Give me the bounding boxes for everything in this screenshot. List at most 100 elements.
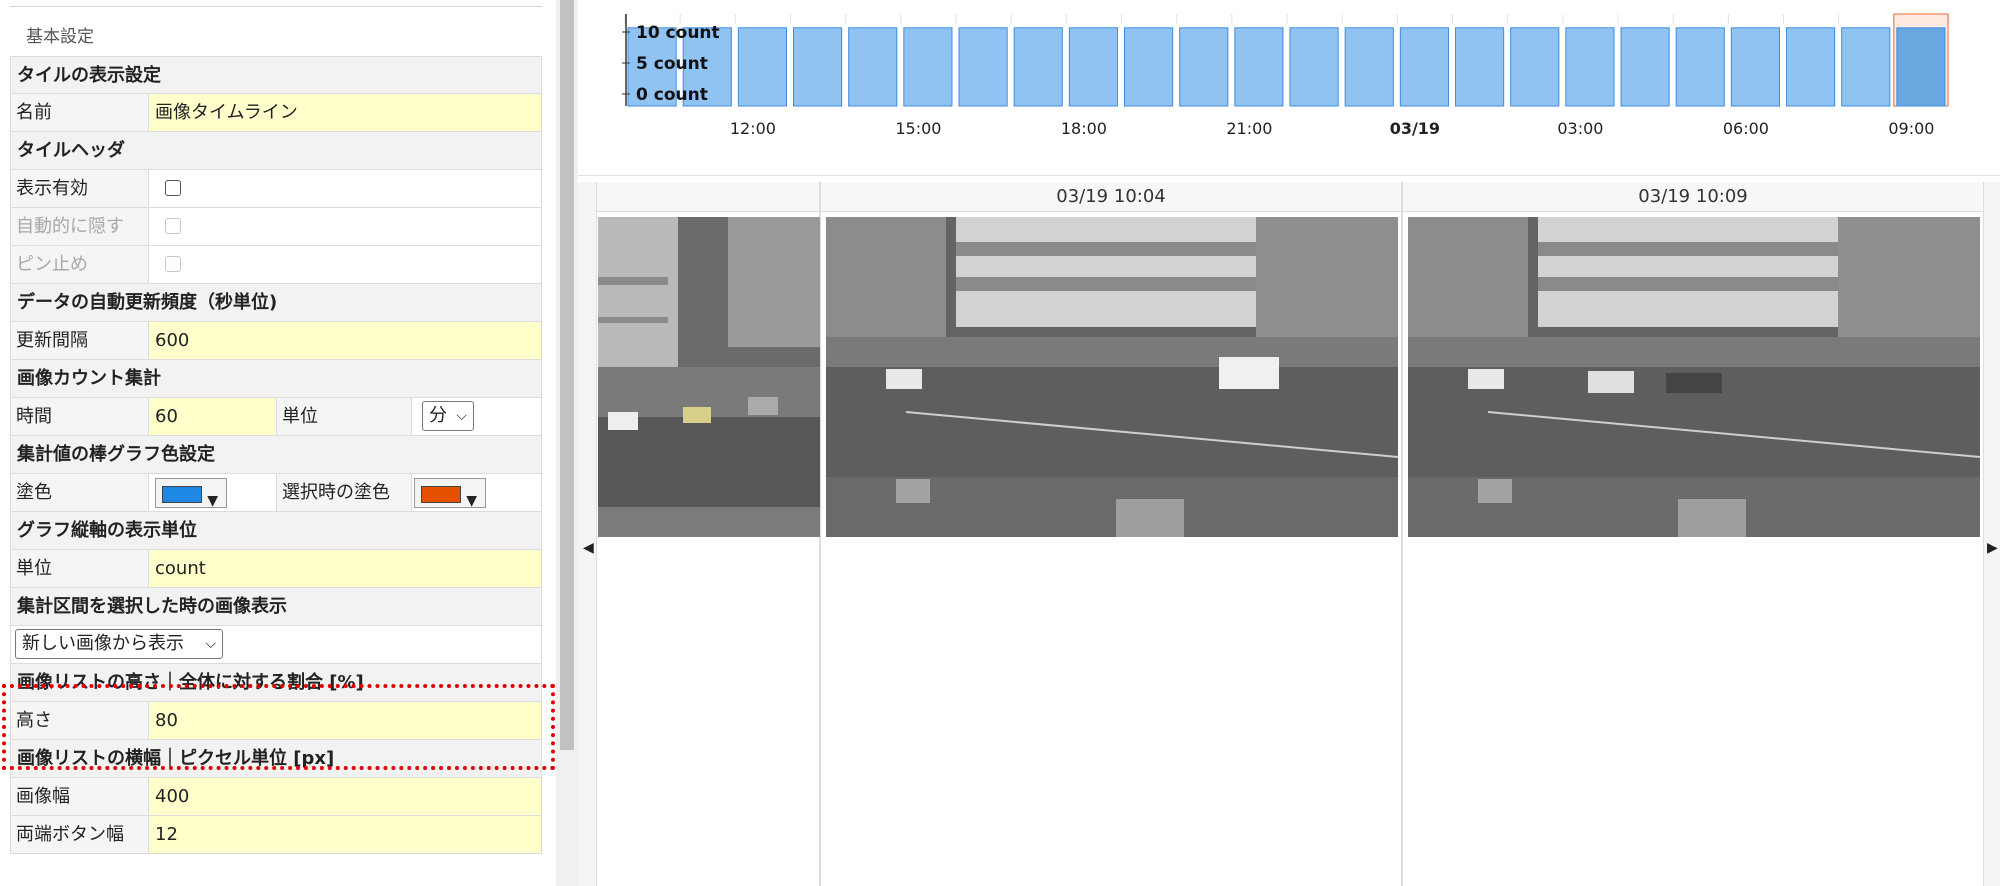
auto-hide-row: 自動的に隠す	[10, 208, 542, 246]
chart-bar[interactable]	[1124, 27, 1174, 107]
chart-bar[interactable]	[1730, 27, 1781, 107]
selected-color-picker[interactable]: ▼	[414, 478, 486, 509]
image-column-partial	[596, 182, 820, 886]
chevron-down-icon: ⌵	[456, 408, 467, 424]
range-select-row: 新しい画像から表示 ⌵	[10, 626, 542, 664]
prev-arrow-button[interactable]: ◀	[583, 540, 594, 556]
section-bar-color: 集計値の棒グラフ色設定	[10, 436, 542, 474]
display-enabled-checkbox[interactable]	[165, 180, 181, 196]
chart-bar[interactable]	[1675, 27, 1725, 107]
auto-hide-cell	[149, 208, 541, 245]
unit-cell: 分 ⌵	[412, 398, 541, 435]
bar-color-row: 塗色 ▼ 選択時の塗色 ▼	[10, 474, 542, 512]
chart-bar[interactable]	[1399, 27, 1449, 107]
time-input[interactable]: 60	[149, 398, 276, 435]
panel-scrollbar-thumb[interactable]	[560, 0, 574, 750]
fill-color-swatch	[162, 486, 202, 503]
chart-bar[interactable]	[1289, 27, 1339, 107]
unit-select-value: 分	[429, 405, 447, 426]
chart-bar[interactable]	[737, 27, 787, 107]
y-unit-label: 単位	[11, 550, 149, 587]
y-tick-label: 10 count	[636, 23, 720, 43]
pin-row: ピン止め	[10, 246, 542, 284]
count-bar-chart: 10 count 5 count 0 count 12:00 15:00 18:00 21:…	[578, 0, 2000, 175]
image-order-select[interactable]: 新しい画像から表示 ⌵	[15, 629, 223, 659]
chart-bar[interactable]	[1620, 27, 1670, 107]
x-tick-label: 03/19	[1390, 119, 1440, 138]
image-column: 03/19 10:09	[1402, 182, 1984, 886]
chart-bar[interactable]	[1896, 27, 1946, 107]
edge-button-row: 両端ボタン幅 12	[10, 816, 542, 854]
unit-select[interactable]: 分 ⌵	[422, 401, 474, 431]
chart-bar[interactable]	[793, 27, 843, 107]
divider	[10, 6, 542, 7]
chart-bar[interactable]	[903, 27, 953, 107]
image-order-value: 新しい画像から表示	[22, 633, 184, 654]
fill-color-cell: ▼	[149, 474, 276, 511]
selected-color-cell: ▼	[412, 474, 541, 511]
auto-hide-label: 自動的に隠す	[11, 208, 149, 245]
chart-bar[interactable]	[1841, 27, 1891, 107]
name-label: 名前	[11, 94, 149, 131]
fill-color-label: 塗色	[11, 474, 149, 511]
chart-svg: 10 count 5 count 0 count 12:00 15:00 18:00 21:…	[622, 13, 1950, 138]
chart-bar[interactable]	[848, 27, 898, 107]
display-enabled-cell	[149, 170, 541, 207]
x-tick-label: 12:00	[730, 119, 776, 138]
section-auto-refresh: データの自動更新頻度（秒単位)	[10, 284, 542, 322]
chart-bar[interactable]	[1565, 27, 1615, 107]
column-time-header	[597, 182, 819, 212]
edge-button-input[interactable]: 12	[149, 816, 541, 853]
edge-button-label: 両端ボタン幅	[11, 816, 149, 853]
pin-cell	[149, 246, 541, 283]
image-count-row: 時間 60 単位 分 ⌵	[10, 398, 542, 436]
y-unit-input[interactable]: count	[149, 550, 541, 587]
fill-color-picker[interactable]: ▼	[155, 478, 227, 509]
next-arrow-button[interactable]: ▶	[1987, 540, 1998, 556]
y-unit-row: 単位 count	[10, 550, 542, 588]
pin-checkbox[interactable]	[165, 256, 181, 272]
image-width-input[interactable]: 400	[149, 778, 541, 815]
name-row: 名前 画像タイムライン	[10, 94, 542, 132]
x-tick-label: 15:00	[895, 119, 941, 138]
chart-bar[interactable]	[1013, 27, 1063, 107]
panel-title: 基本設定	[26, 27, 94, 47]
chart-bar[interactable]	[958, 27, 1008, 107]
selected-color-label: 選択時の塗色	[276, 474, 412, 511]
refresh-interval-input[interactable]: 600	[149, 322, 541, 359]
chevron-down-icon: ⌵	[205, 636, 216, 652]
unit-label: 単位	[276, 398, 412, 435]
highlight-annotation	[2, 684, 555, 770]
display-enabled-label: 表示有効	[11, 170, 149, 207]
section-y-axis-unit: グラフ縦軸の表示単位	[10, 512, 542, 550]
x-tick-label: 03:00	[1557, 119, 1603, 138]
pin-label: ピン止め	[11, 246, 149, 283]
x-tick-label: 21:00	[1226, 119, 1272, 138]
time-label: 時間	[11, 398, 149, 435]
chart-bar[interactable]	[1786, 27, 1836, 107]
section-tile-header: タイルヘッダ	[10, 132, 542, 170]
refresh-interval-label: 更新間隔	[11, 322, 149, 359]
name-input[interactable]: 画像タイムライン	[149, 94, 541, 131]
selected-color-swatch	[421, 486, 461, 503]
x-tick-label: 06:00	[1723, 119, 1769, 138]
x-tick-label: 09:00	[1888, 119, 1934, 138]
image-column: 03/19 10:04	[820, 182, 1402, 886]
y-tick-label: 0 count	[636, 85, 708, 105]
section-image-count: 画像カウント集計	[10, 360, 542, 398]
chart-bar[interactable]	[1179, 27, 1229, 107]
auto-hide-checkbox[interactable]	[165, 218, 181, 234]
chart-bar[interactable]	[1455, 27, 1505, 107]
chart-bar[interactable]	[1344, 27, 1394, 107]
camera-image[interactable]	[1408, 217, 1980, 537]
section-tile-display: タイルの表示設定	[10, 56, 542, 94]
image-width-label: 画像幅	[11, 778, 149, 815]
column-time-header: 03/19 10:09	[1403, 182, 1983, 212]
chart-bar[interactable]	[1234, 27, 1284, 107]
camera-image[interactable]	[598, 217, 820, 537]
chart-bar[interactable]	[1068, 27, 1119, 107]
divider	[578, 175, 2000, 176]
camera-image[interactable]	[826, 217, 1398, 537]
chart-bar[interactable]	[1510, 27, 1560, 107]
y-tick-label: 5 count	[636, 54, 708, 74]
